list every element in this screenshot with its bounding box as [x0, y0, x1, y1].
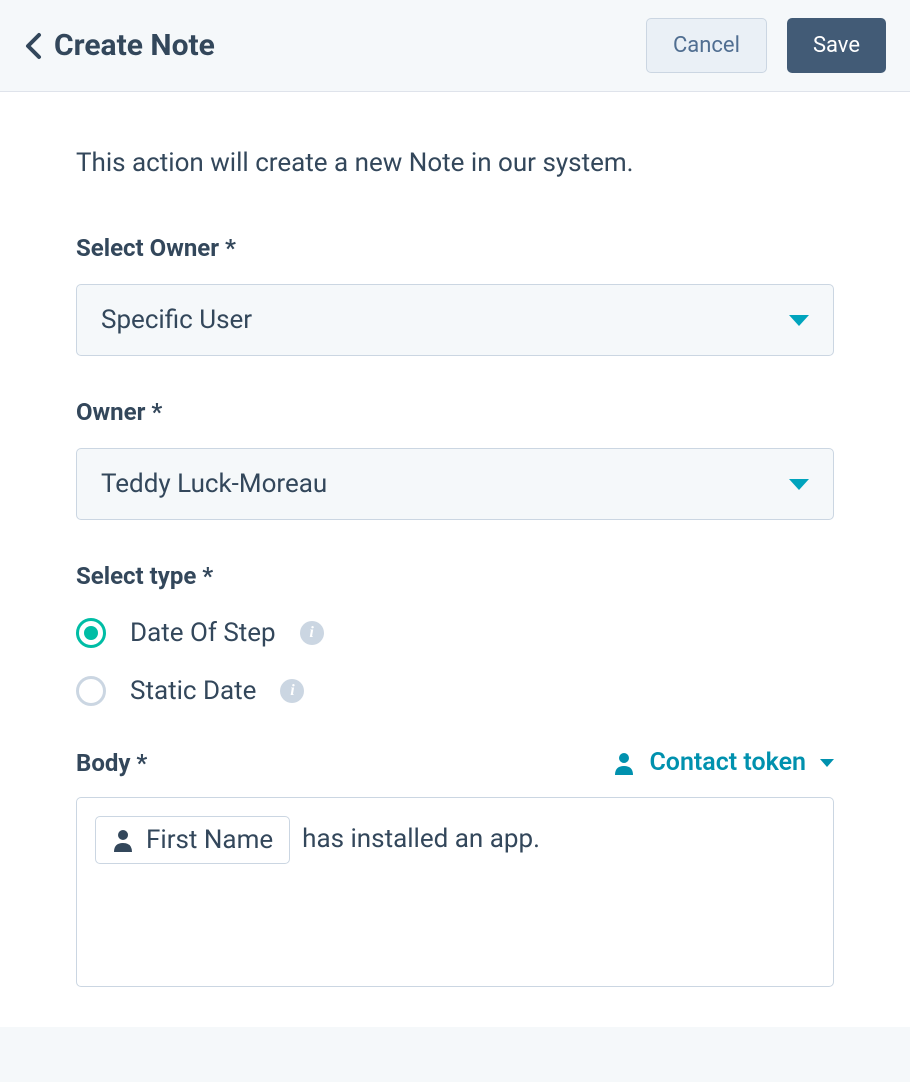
select-type-label: Select type *: [76, 562, 834, 590]
header: Create Note Cancel Save: [0, 0, 910, 92]
owner-dropdown[interactable]: Teddy Luck-Moreau: [76, 448, 834, 520]
radio-group: Date Of Step i Static Date i: [76, 618, 834, 706]
info-icon[interactable]: i: [280, 679, 304, 703]
owner-group: Owner * Teddy Luck-Moreau: [76, 398, 834, 520]
select-owner-group: Select Owner * Specific User: [76, 234, 834, 356]
body-label: Body *: [76, 749, 147, 777]
person-icon: [613, 751, 635, 775]
caret-down-icon: [820, 759, 834, 767]
person-icon: [112, 828, 134, 852]
info-icon[interactable]: i: [300, 621, 324, 645]
cancel-button[interactable]: Cancel: [646, 18, 767, 73]
content: This action will create a new Note in ou…: [0, 92, 910, 1027]
token-chip-label: First Name: [146, 825, 273, 855]
body-editor[interactable]: First Name has installed an app.: [76, 797, 834, 987]
radio-dot-icon: [84, 626, 98, 640]
select-owner-value: Specific User: [101, 305, 252, 335]
caret-down-icon: [789, 315, 809, 326]
select-owner-dropdown[interactable]: Specific User: [76, 284, 834, 356]
owner-value: Teddy Luck-Moreau: [101, 469, 327, 499]
body-header: Body * Contact token: [76, 748, 834, 777]
select-owner-label: Select Owner *: [76, 234, 834, 262]
radio-date-of-step[interactable]: Date Of Step i: [76, 618, 834, 648]
header-left: Create Note: [24, 28, 215, 63]
body-text: has installed an app.: [302, 816, 540, 854]
owner-label: Owner *: [76, 398, 834, 426]
token-chip-first-name[interactable]: First Name: [95, 816, 290, 864]
radio-label-date-of-step: Date Of Step: [130, 618, 276, 648]
select-type-group: Select type * Date Of Step i Static Date…: [76, 562, 834, 706]
back-chevron-icon[interactable]: [24, 32, 42, 60]
radio-circle-icon: [76, 676, 106, 706]
header-buttons: Cancel Save: [646, 18, 886, 73]
radio-label-static-date: Static Date: [130, 676, 256, 706]
save-button[interactable]: Save: [787, 18, 886, 73]
description-text: This action will create a new Note in ou…: [76, 148, 834, 178]
contact-token-button[interactable]: Contact token: [613, 748, 834, 777]
radio-static-date[interactable]: Static Date i: [76, 676, 834, 706]
contact-token-label: Contact token: [649, 748, 806, 777]
page-title: Create Note: [54, 28, 215, 63]
radio-circle-icon: [76, 618, 106, 648]
caret-down-icon: [789, 479, 809, 490]
